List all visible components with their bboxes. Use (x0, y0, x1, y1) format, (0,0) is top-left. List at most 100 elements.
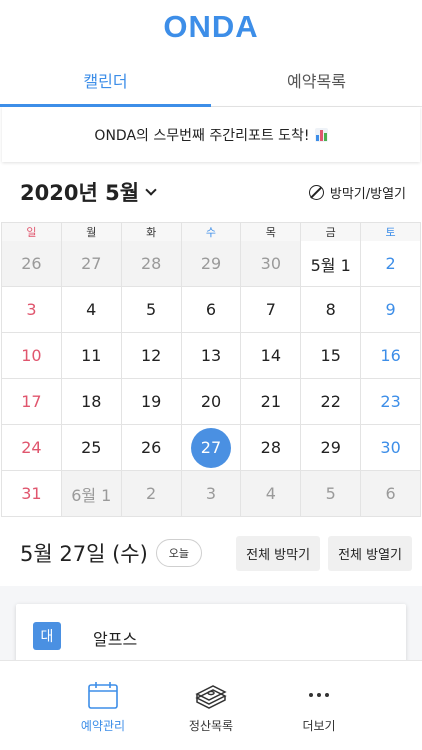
month-header: 2020년 5월 방막기/방열기 (0, 162, 422, 222)
day-number: 21 (260, 392, 282, 411)
calendar-day[interactable]: 20 (181, 379, 242, 425)
calendar-day[interactable]: 13 (181, 333, 242, 379)
calendar-day[interactable]: 26 (121, 425, 182, 471)
nav-more[interactable]: 더보기 (284, 679, 354, 750)
calendar-day[interactable]: 29 (181, 241, 242, 287)
calendar-day[interactable]: 3 (2, 287, 62, 333)
day-number: 27 (190, 427, 231, 468)
day-number: 15 (320, 346, 341, 365)
main-tabs: 캘린더 예약목록 (0, 54, 422, 107)
selected-date-row: 5월 27일 (수) 오늘 전체 방막기 전체 방열기 (0, 517, 422, 589)
day-number: 5 (325, 484, 336, 503)
nav-settlement-list[interactable]: 정산목록 (176, 679, 246, 750)
calendar-day[interactable]: 9 (361, 287, 421, 333)
calendar-day[interactable]: 24 (2, 425, 62, 471)
day-number: 24 (21, 438, 42, 457)
calendar-day[interactable]: 25 (61, 425, 122, 471)
calendar-day[interactable]: 7 (241, 287, 302, 333)
calendar-day[interactable]: 21 (241, 379, 302, 425)
day-number: 3 (205, 484, 217, 503)
room-block-toggle-button[interactable]: 방막기/방열기 (308, 183, 406, 202)
calendar-day[interactable]: 8 (301, 287, 362, 333)
today-button[interactable]: 오늘 (155, 539, 203, 567)
calendar-day[interactable]: 5 (121, 287, 182, 333)
calendar-grid: 일 월 화 수 목 금 토 26 27 28 29 30 5월 1 2 3 4 5 6 7 8 9 10 11 12 13 14 1… (1, 222, 421, 517)
calendar-day[interactable]: 19 (121, 379, 182, 425)
day-number: 19 (140, 392, 162, 411)
day-number: 9 (385, 300, 396, 319)
tab-calendar[interactable]: 캘린더 (0, 54, 211, 107)
weekday-label: 목 (241, 223, 302, 241)
day-number: 4 (265, 484, 276, 503)
calendar-day[interactable]: 18 (61, 379, 122, 425)
calendar-day[interactable]: 6월 1 (61, 471, 122, 517)
calendar-day[interactable]: 4 (61, 287, 122, 333)
day-number: 28 (260, 438, 282, 457)
day-number: 30 (260, 254, 282, 273)
calendar-day[interactable]: 6 (361, 471, 421, 517)
weekday-label: 토 (361, 223, 421, 241)
calendar-day-today[interactable]: 27 (181, 425, 242, 471)
nav-label: 예약관리 (80, 719, 126, 733)
day-number: 5월 1 (310, 255, 351, 275)
day-number: 12 (140, 346, 162, 365)
bar-chart-icon (314, 127, 328, 142)
calendar-day[interactable]: 14 (241, 333, 302, 379)
calendar-day[interactable]: 5월 1 (301, 241, 362, 287)
calendar-day[interactable]: 16 (361, 333, 421, 379)
nav-reservation-management[interactable]: 예약관리 (68, 679, 138, 750)
day-number: 20 (200, 392, 222, 411)
calendar-day[interactable]: 27 (61, 241, 122, 287)
room-name: 알프스 (93, 630, 138, 649)
tab-reservation-list[interactable]: 예약목록 (211, 54, 422, 106)
day-number: 31 (21, 484, 42, 503)
calendar-day[interactable]: 31 (2, 471, 62, 517)
day-number: 23 (380, 392, 401, 411)
calendar-day[interactable]: 3 (181, 471, 242, 517)
calendar-day[interactable]: 2 (121, 471, 182, 517)
weekday-label: 일 (2, 223, 62, 241)
day-number: 14 (260, 346, 282, 365)
calendar-day[interactable]: 10 (2, 333, 62, 379)
day-number: 26 (21, 254, 42, 273)
room-badge: 대 (33, 622, 61, 650)
notice-text: ONDA의 스무번째 주간리포트 도착! (94, 127, 310, 144)
chevron-down-icon (145, 184, 157, 196)
money-stack-icon (193, 679, 229, 711)
day-number: 7 (265, 300, 276, 319)
calendar-day[interactable]: 28 (241, 425, 302, 471)
weekday-label: 월 (61, 223, 122, 241)
nav-label: 정산목록 (188, 719, 234, 733)
calendar-day[interactable]: 5 (301, 471, 362, 517)
calendar-day[interactable]: 29 (301, 425, 362, 471)
calendar-day[interactable]: 30 (361, 425, 421, 471)
calendar-day[interactable]: 28 (121, 241, 182, 287)
day-number: 6 (385, 484, 396, 503)
day-number: 30 (380, 438, 401, 457)
calendar-day[interactable]: 12 (121, 333, 182, 379)
weekday-label: 수 (181, 223, 242, 241)
more-dots-icon (307, 679, 331, 711)
app-header: ONDA (0, 0, 422, 54)
calendar-day[interactable]: 15 (301, 333, 362, 379)
calendar-day[interactable]: 4 (241, 471, 302, 517)
day-number: 11 (81, 346, 102, 365)
calendar-day[interactable]: 2 (361, 241, 421, 287)
day-number: 5 (146, 300, 157, 319)
close-all-rooms-button[interactable]: 전체 방막기 (236, 535, 321, 571)
calendar-day[interactable]: 17 (2, 379, 62, 425)
onda-logo: ONDA (163, 9, 259, 44)
month-selector[interactable]: 2020년 5월 (20, 177, 157, 207)
calendar-day[interactable]: 22 (301, 379, 362, 425)
selected-date: 5월 27일 (수) (20, 542, 148, 566)
day-number: 28 (140, 254, 162, 273)
calendar-day[interactable]: 11 (61, 333, 122, 379)
calendar-day[interactable]: 30 (241, 241, 302, 287)
calendar-day[interactable]: 6 (181, 287, 242, 333)
open-all-rooms-button[interactable]: 전체 방열기 (328, 535, 412, 571)
calendar-day[interactable]: 26 (2, 241, 62, 287)
calendar-day[interactable]: 23 (361, 379, 421, 425)
weekly-report-notice[interactable]: ONDA의 스무번째 주간리포트 도착! (2, 107, 420, 162)
day-number: 3 (26, 300, 37, 319)
month-title: 2020년 5월 (20, 181, 140, 205)
